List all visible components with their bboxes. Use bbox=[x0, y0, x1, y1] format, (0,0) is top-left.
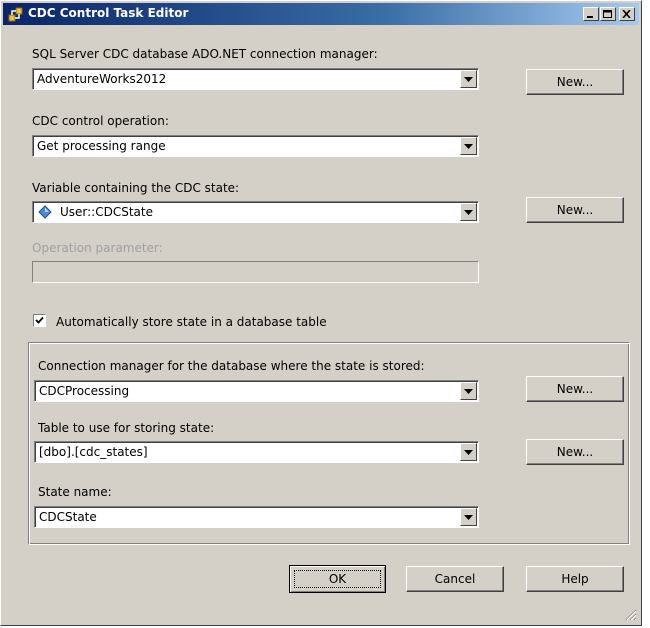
close-icon bbox=[622, 10, 631, 18]
state-variable-dropdown-button[interactable] bbox=[460, 203, 477, 221]
state-name-label: State name: bbox=[38, 485, 112, 499]
state-variable-combo[interactable]: User::CDCState bbox=[32, 201, 479, 223]
state-connection-value: CDCProcessing bbox=[39, 384, 130, 398]
variable-icon bbox=[38, 205, 52, 219]
connection-combo[interactable]: AdventureWorks2012 bbox=[32, 68, 479, 90]
close-button[interactable] bbox=[619, 7, 635, 21]
checkmark-icon bbox=[35, 316, 44, 324]
operation-label: CDC control operation: bbox=[32, 114, 169, 128]
state-table-value: [dbo].[cdc_states] bbox=[39, 445, 148, 459]
state-table-dropdown-button[interactable] bbox=[460, 443, 477, 461]
app-icon bbox=[8, 6, 24, 22]
ok-button[interactable]: OK bbox=[289, 565, 386, 593]
chevron-down-icon bbox=[464, 450, 473, 455]
new-state-connection-button[interactable]: New... bbox=[526, 376, 624, 402]
resize-grip-icon[interactable] bbox=[625, 609, 637, 621]
connection-value: AdventureWorks2012 bbox=[37, 72, 167, 86]
connection-label: SQL Server CDC database ADO.NET connecti… bbox=[32, 47, 378, 61]
cancel-button[interactable]: Cancel bbox=[406, 566, 504, 592]
auto-store-checkbox[interactable] bbox=[33, 314, 46, 327]
operation-dropdown-button[interactable] bbox=[460, 137, 477, 155]
help-button[interactable]: Help bbox=[526, 566, 624, 592]
new-state-table-button[interactable]: New... bbox=[526, 439, 624, 465]
state-name-dropdown-button[interactable] bbox=[460, 508, 477, 526]
chevron-down-icon bbox=[464, 389, 473, 394]
maximize-icon bbox=[603, 10, 612, 18]
state-table-label: Table to use for storing state: bbox=[38, 421, 215, 435]
chevron-down-icon bbox=[464, 77, 473, 82]
operation-value: Get processing range bbox=[37, 139, 166, 153]
state-variable-value: User::CDCState bbox=[60, 205, 153, 219]
state-name-combo[interactable]: CDCState bbox=[34, 506, 479, 528]
state-variable-label: Variable containing the CDC state: bbox=[32, 181, 240, 195]
state-connection-combo[interactable]: CDCProcessing bbox=[34, 380, 479, 402]
chevron-down-icon bbox=[464, 515, 473, 520]
state-connection-dropdown-button[interactable] bbox=[460, 382, 477, 400]
chevron-down-icon bbox=[464, 210, 473, 215]
operation-parameter-field bbox=[32, 261, 479, 283]
operation-parameter-label: Operation parameter: bbox=[32, 241, 163, 255]
chevron-down-icon bbox=[464, 144, 473, 149]
dialog-window: CDC Control Task Editor SQL Server CDC d… bbox=[0, 0, 642, 626]
minimize-button[interactable] bbox=[583, 7, 599, 21]
window-title: CDC Control Task Editor bbox=[28, 6, 189, 20]
maximize-button[interactable] bbox=[600, 7, 616, 21]
new-state-variable-button[interactable]: New... bbox=[526, 197, 624, 223]
connection-dropdown-button[interactable] bbox=[460, 70, 477, 88]
state-table-combo[interactable]: [dbo].[cdc_states] bbox=[34, 441, 479, 463]
state-connection-label: Connection manager for the database wher… bbox=[38, 359, 425, 373]
minimize-icon bbox=[587, 16, 593, 18]
auto-store-label[interactable]: Automatically store state in a database … bbox=[56, 315, 327, 329]
state-name-value: CDCState bbox=[39, 510, 97, 524]
title-bar[interactable]: CDC Control Task Editor bbox=[3, 3, 639, 25]
new-connection-button[interactable]: New... bbox=[526, 69, 624, 95]
operation-combo[interactable]: Get processing range bbox=[32, 135, 479, 157]
